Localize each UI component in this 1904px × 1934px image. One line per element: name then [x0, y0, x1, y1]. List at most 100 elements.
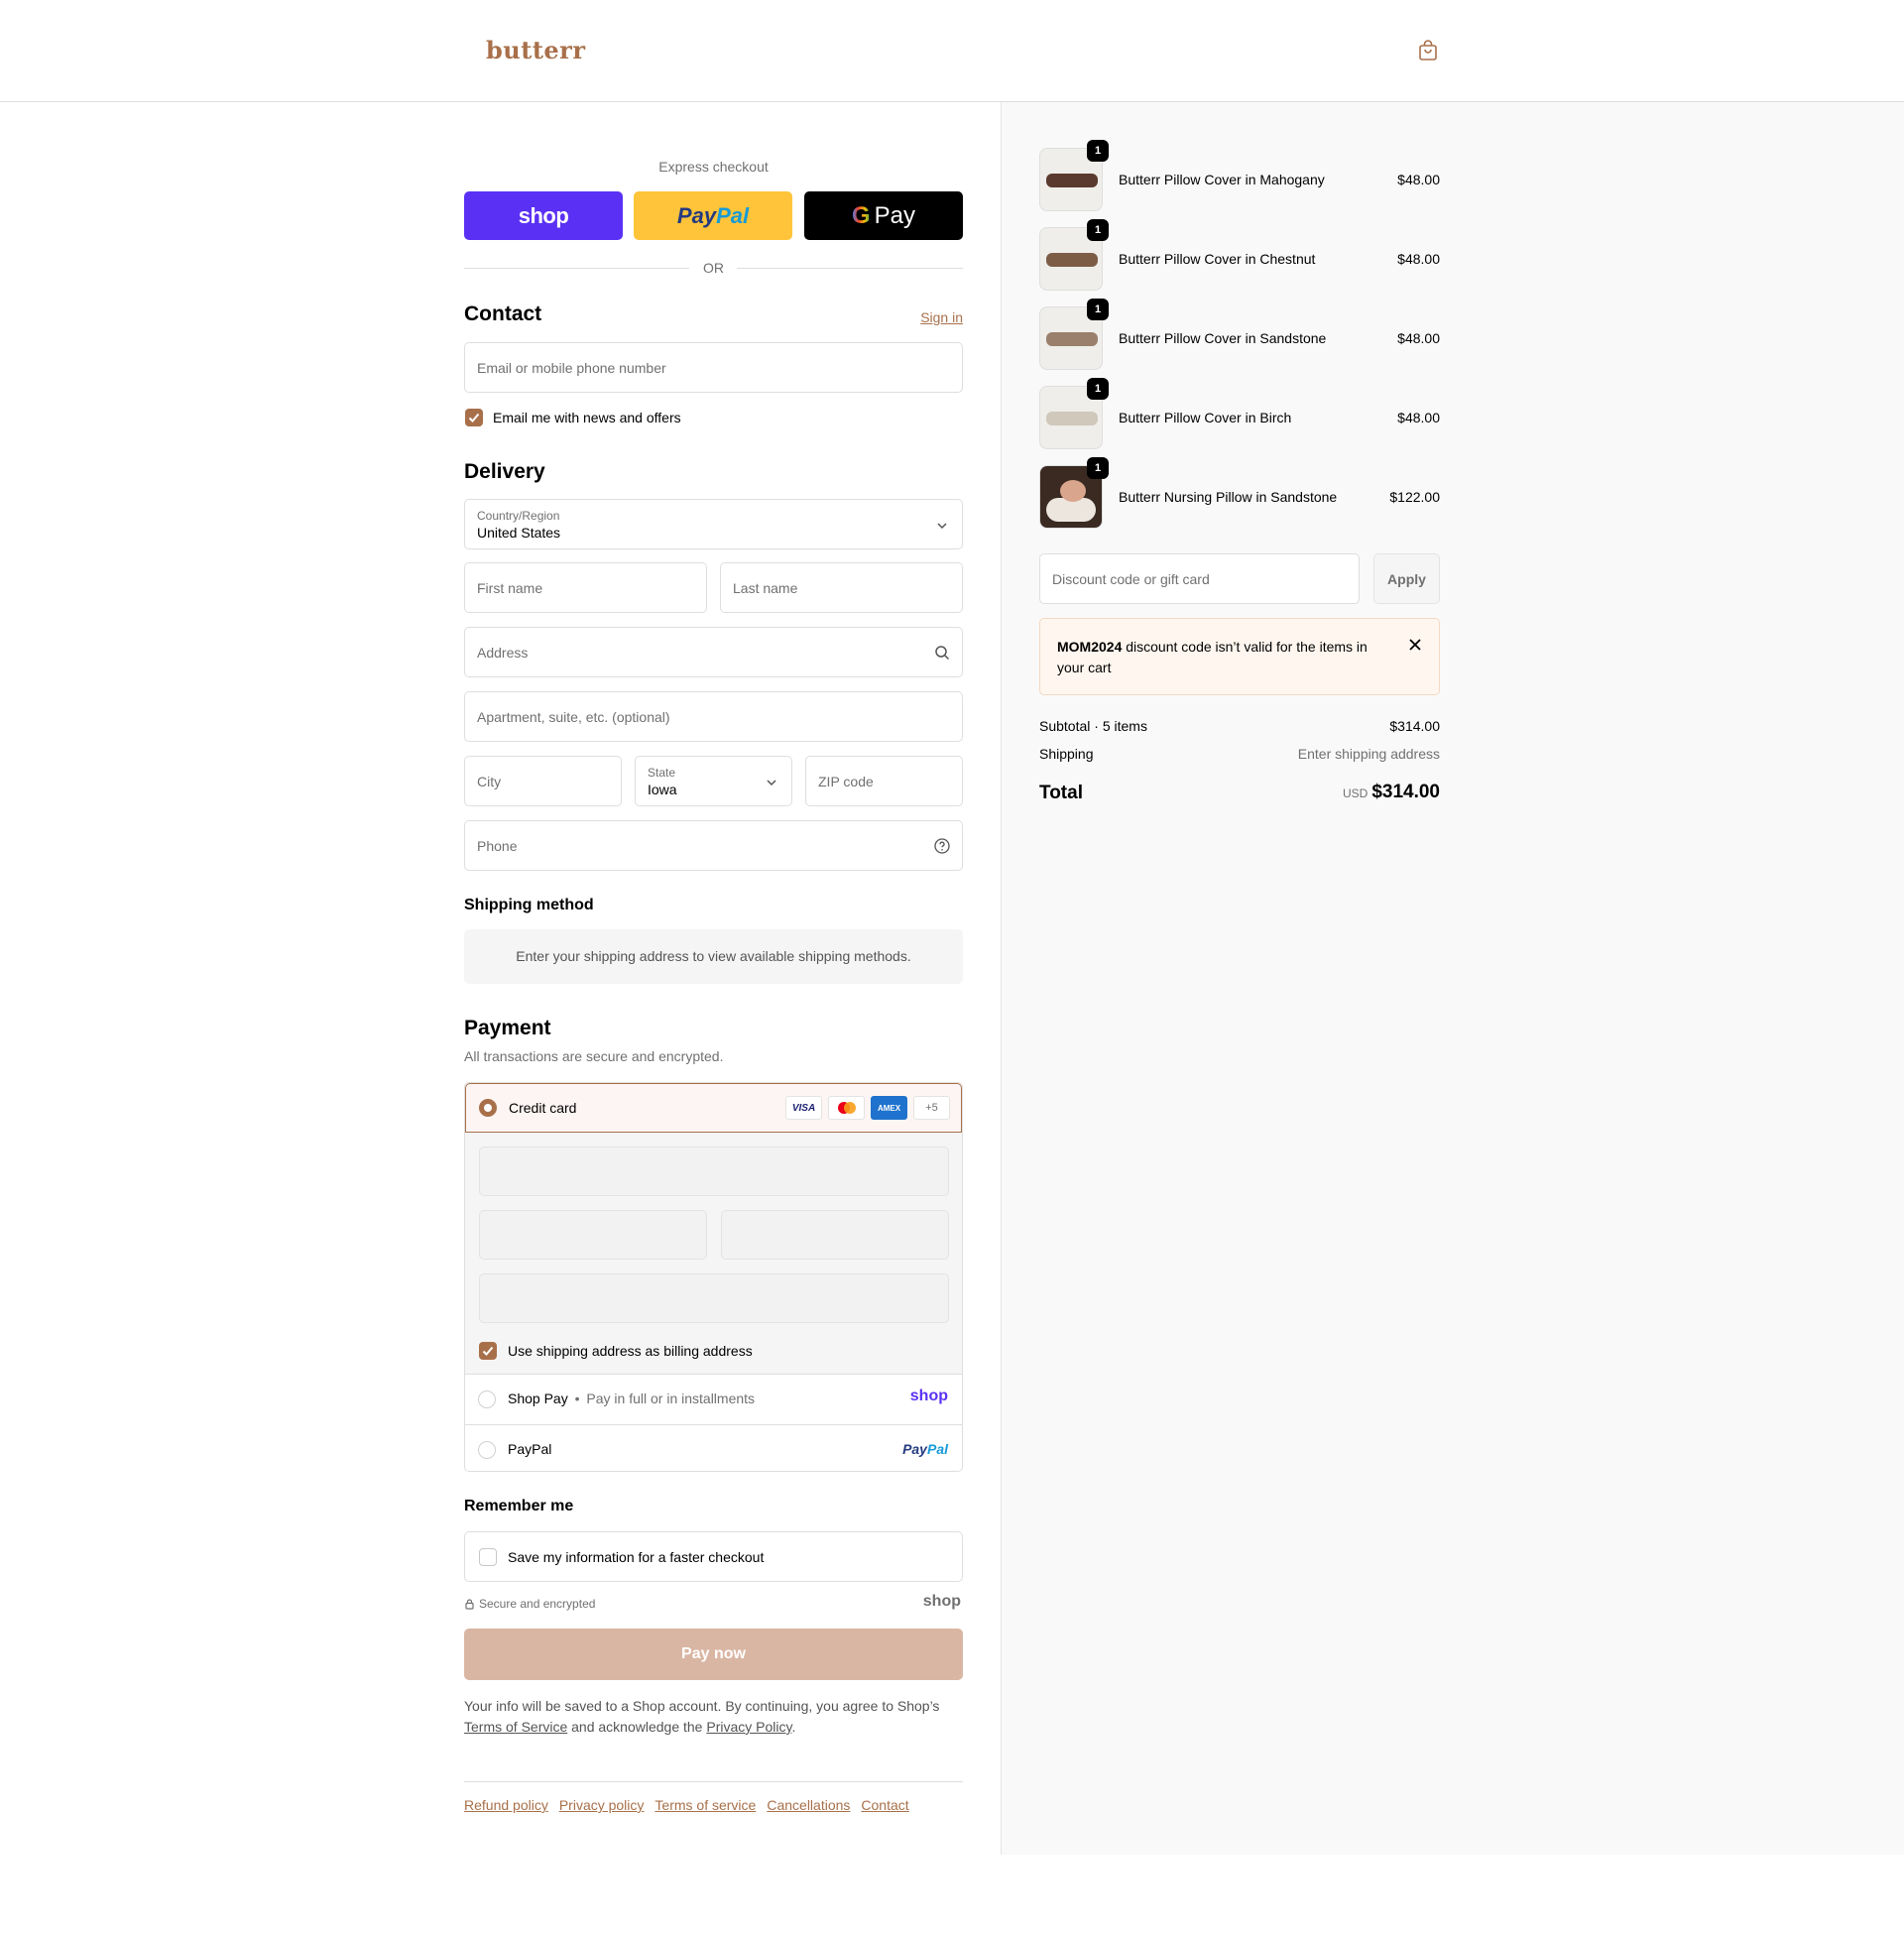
shop-pay-option[interactable]: Shop Pay • Pay in full or in installment…: [465, 1375, 962, 1424]
paypal-label: PayPal: [508, 1441, 552, 1457]
header: butterr: [0, 0, 1904, 102]
total-row: Total USD $314.00: [1039, 782, 1440, 803]
payment-title: Payment: [464, 1017, 551, 1039]
expiration-field[interactable]: [479, 1210, 707, 1260]
google-pay-button[interactable]: G Pay: [804, 191, 963, 240]
news-checkbox[interactable]: [465, 409, 483, 426]
shipping-row: Shipping Enter shipping address: [1039, 746, 1440, 762]
credit-card-option[interactable]: Credit card VISA AMEX +5: [465, 1083, 962, 1133]
line-item: 1 Butterr Nursing Pillow in Sandstone $1…: [1039, 457, 1440, 529]
shipping-method-title: Shipping method: [464, 897, 594, 913]
privacy-policy-footer-link[interactable]: Privacy policy: [559, 1797, 645, 1813]
zip-field[interactable]: ZIP code: [805, 756, 963, 806]
item-price: $48.00: [1397, 330, 1440, 346]
line-item: 1 Butterr Pillow Cover in Birch $48.00: [1039, 378, 1440, 449]
first-name-field[interactable]: First name: [464, 562, 707, 613]
shipping-value: Enter shipping address: [1297, 746, 1440, 762]
save-info-checkbox[interactable]: [479, 1548, 497, 1566]
shop-logo: shop: [922, 1593, 961, 1610]
shipping-method-placeholder: Enter your shipping address to view avai…: [464, 929, 963, 984]
name-on-card-field[interactable]: [479, 1273, 949, 1323]
country-select[interactable]: Country/Region United States: [464, 499, 963, 549]
apply-discount-button[interactable]: Apply: [1373, 553, 1440, 604]
item-name: Butterr Nursing Pillow in Sandstone: [1119, 489, 1338, 505]
quantity-badge: 1: [1087, 219, 1109, 241]
apartment-field[interactable]: Apartment, suite, etc. (optional): [464, 691, 963, 742]
more-cards-badge: +5: [913, 1096, 950, 1120]
phone-field[interactable]: Phone: [464, 820, 963, 871]
paypal-option[interactable]: PayPal PayPal: [465, 1424, 962, 1471]
state-select[interactable]: State Iowa: [635, 756, 792, 806]
last-name-field[interactable]: Last name: [720, 562, 963, 613]
paypal-button[interactable]: Pay Pal: [634, 191, 792, 240]
currency-code: USD: [1342, 786, 1368, 800]
privacy-policy-link[interactable]: Privacy Policy: [706, 1719, 791, 1735]
item-name: Butterr Pillow Cover in Sandstone: [1119, 330, 1327, 346]
address-field[interactable]: Address: [464, 627, 963, 677]
item-price: $48.00: [1397, 172, 1440, 187]
legal-text: Your info will be saved to a Shop accoun…: [464, 1698, 940, 1735]
express-checkout-title: Express checkout: [658, 159, 769, 175]
quantity-badge: 1: [1087, 378, 1109, 400]
discount-code-field[interactable]: Discount code or gift card: [1039, 553, 1360, 604]
card-number-field[interactable]: [479, 1147, 949, 1196]
item-price: $48.00: [1397, 410, 1440, 425]
store-logo[interactable]: butterr: [486, 36, 585, 64]
cancellations-link[interactable]: Cancellations: [767, 1797, 850, 1813]
product-image-fill: [1046, 412, 1098, 425]
footer-divider: [464, 1781, 963, 1782]
shop-pay-button[interactable]: shop: [464, 191, 623, 240]
shop-pay-logo: shop: [909, 1388, 948, 1404]
news-checkbox-label: Email me with news and offers: [493, 410, 681, 425]
item-name: Butterr Pillow Cover in Chestnut: [1119, 251, 1316, 267]
lock-icon: [465, 1599, 474, 1610]
email-field[interactable]: Email or mobile phone number: [464, 342, 963, 393]
line-item: 1 Butterr Pillow Cover in Chestnut $48.0…: [1039, 219, 1440, 291]
refund-policy-link[interactable]: Refund policy: [464, 1797, 548, 1813]
shop-pay-label: Shop Pay: [508, 1390, 568, 1406]
item-price: $122.00: [1389, 489, 1440, 505]
quantity-badge: 1: [1087, 140, 1109, 162]
city-field[interactable]: City: [464, 756, 622, 806]
or-divider: OR: [464, 258, 963, 278]
paypal-logo: PayPal: [902, 1441, 948, 1457]
amex-icon: AMEX: [871, 1096, 907, 1120]
remember-me-box[interactable]: Save my information for a faster checkou…: [464, 1531, 963, 1582]
delivery-title: Delivery: [464, 460, 545, 483]
shop-pay-radio[interactable]: [478, 1390, 496, 1408]
terms-of-service-footer-link[interactable]: Terms of service: [654, 1797, 756, 1813]
quantity-badge: 1: [1087, 457, 1109, 479]
item-name: Butterr Pillow Cover in Birch: [1119, 410, 1292, 425]
product-image-fill: [1046, 332, 1098, 346]
footer-links: Refund policy Privacy policy Terms of serv…: [464, 1797, 920, 1813]
close-icon[interactable]: [1408, 638, 1422, 652]
shopping-bag-icon[interactable]: [1418, 40, 1438, 61]
product-image-fill: [1046, 174, 1098, 187]
subtotal-row: Subtotal · 5 items $314.00: [1039, 718, 1440, 734]
chevron-down-icon: [937, 523, 947, 530]
credit-card-label: Credit card: [509, 1100, 577, 1116]
sign-in-link[interactable]: Sign in: [920, 309, 963, 325]
security-code-field[interactable]: [721, 1210, 949, 1260]
help-icon[interactable]: [934, 838, 950, 854]
pay-now-button[interactable]: Pay now: [464, 1629, 963, 1680]
billing-address-label: Use shipping address as billing address: [508, 1343, 753, 1359]
line-item: 1 Butterr Pillow Cover in Sandstone $48.…: [1039, 299, 1440, 370]
quantity-badge: 1: [1087, 299, 1109, 320]
credit-card-form: Use shipping address as billing address: [465, 1133, 962, 1375]
credit-card-radio[interactable]: [479, 1099, 497, 1117]
save-info-label: Save my information for a faster checkou…: [508, 1549, 765, 1565]
chevron-down-icon: [767, 780, 776, 786]
discount-code: MOM2024: [1057, 639, 1123, 655]
contact-link[interactable]: Contact: [861, 1797, 908, 1813]
payment-subtitle: All transactions are secure and encrypte…: [464, 1048, 724, 1064]
total-value: $314.00: [1371, 782, 1440, 802]
discount-error-notice: MOM2024 discount code isn’t valid for th…: [1039, 618, 1440, 695]
shop-pay-description: Pay in full or in installments: [586, 1390, 756, 1406]
terms-of-service-link[interactable]: Terms of Service: [464, 1719, 567, 1735]
billing-address-checkbox[interactable]: [479, 1342, 497, 1360]
paypal-radio[interactable]: [478, 1441, 496, 1459]
remember-me-title: Remember me: [464, 1498, 574, 1514]
item-price: $48.00: [1397, 251, 1440, 267]
item-name: Butterr Pillow Cover in Mahogany: [1119, 172, 1325, 187]
